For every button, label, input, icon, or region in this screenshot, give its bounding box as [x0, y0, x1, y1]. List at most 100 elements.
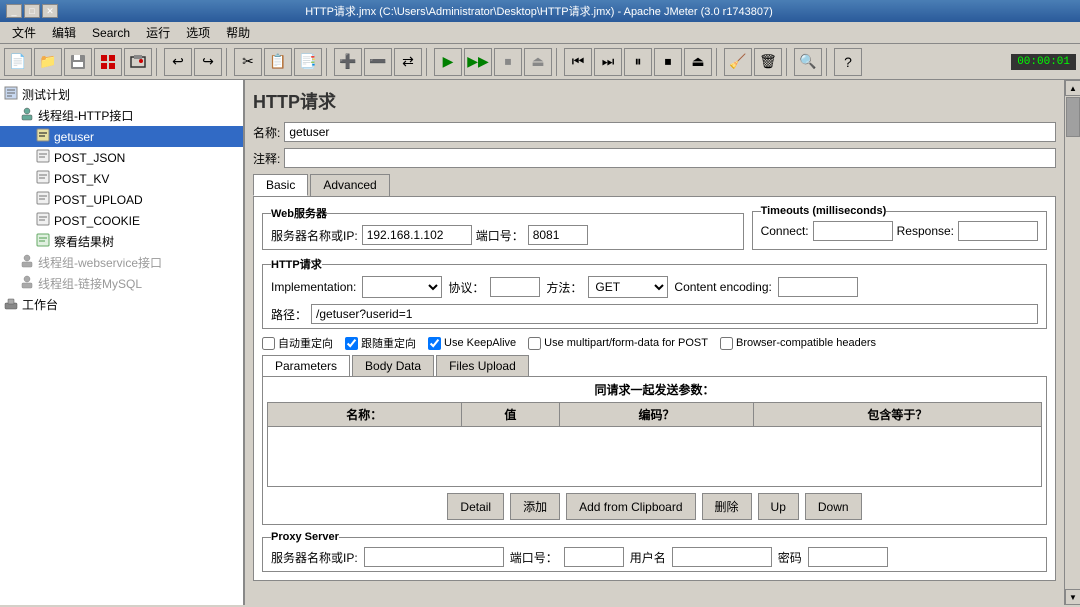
remote-start-all-button[interactable]: ⏭ [594, 48, 622, 76]
col-encode: 编码？ [560, 403, 754, 427]
checkbox-browser-headers[interactable]: Browser-compatible headers [720, 337, 876, 350]
sub-tab-files-upload[interactable]: Files Upload [436, 355, 529, 376]
tab-basic[interactable]: Basic [253, 174, 308, 196]
cut-button[interactable]: ✂ [234, 48, 262, 76]
remote-exit-button[interactable]: ⏏ [684, 48, 712, 76]
expand-button[interactable]: ➕ [334, 48, 362, 76]
proxy-password-input[interactable] [808, 547, 888, 567]
auto-redirect-checkbox[interactable] [262, 337, 275, 350]
form-title: HTTP请求 [253, 88, 1056, 114]
follow-redirect-checkbox[interactable] [345, 337, 358, 350]
up-button[interactable]: Up [758, 493, 799, 520]
collapse-button[interactable]: ➖ [364, 48, 392, 76]
implementation-select[interactable] [362, 276, 442, 298]
name-input[interactable] [284, 122, 1056, 142]
redo-button[interactable]: ↪ [194, 48, 222, 76]
protocol-input[interactable] [490, 277, 540, 297]
undo-button[interactable]: ↩ [164, 48, 192, 76]
start-button[interactable]: ▶ [434, 48, 462, 76]
sep3 [326, 48, 330, 76]
tree-node-getuser[interactable]: getuser [0, 126, 243, 147]
port-input[interactable] [528, 225, 588, 245]
comment-input[interactable] [284, 148, 1056, 168]
add-button[interactable]: 添加 [510, 493, 560, 520]
thread-group-http-label: 线程组-HTTP接口 [38, 107, 133, 124]
path-row: 路径： [271, 304, 1038, 324]
checkbox-follow-redirect[interactable]: 跟随重定向 [345, 335, 416, 351]
start-nopause-button[interactable]: ▶▶ [464, 48, 492, 76]
tree-node-thread-group-http[interactable]: 线程组-HTTP接口 [0, 105, 243, 126]
proxy-server-input[interactable] [364, 547, 504, 567]
thread-group-icon [20, 107, 34, 124]
shutdown-button[interactable]: ⏏ [524, 48, 552, 76]
new-button[interactable]: 📄 [4, 48, 32, 76]
scroll-track[interactable] [1065, 96, 1080, 589]
checkbox-multipart[interactable]: Use multipart/form-data for POST [528, 337, 708, 350]
down-button[interactable]: Down [805, 493, 862, 520]
remote-start-button[interactable]: ⏮ [564, 48, 592, 76]
checkbox-auto-redirect[interactable]: 自动重定向 [262, 335, 333, 351]
clear-all-button[interactable]: 🗑 [754, 48, 782, 76]
restore-button[interactable]: □ [24, 4, 40, 18]
tree-node-post-json[interactable]: POST_JSON [0, 147, 243, 168]
toggle-button[interactable]: ⇄ [394, 48, 422, 76]
menu-edit[interactable]: 编辑 [44, 22, 84, 43]
proxy-port-input[interactable] [564, 547, 624, 567]
browser-headers-checkbox[interactable] [720, 337, 733, 350]
sub-tab-body-data[interactable]: Body Data [352, 355, 434, 376]
encoding-input[interactable] [778, 277, 858, 297]
method-select[interactable]: GET POST PUT DELETE [588, 276, 668, 298]
path-input[interactable] [311, 304, 1038, 324]
comment-label: 注释: [253, 150, 280, 167]
multipart-checkbox[interactable] [528, 337, 541, 350]
tree-node-workbench[interactable]: 工作台 [0, 294, 243, 315]
col-name: 名称： [268, 403, 462, 427]
web-server-legend: Web服务器 [271, 205, 327, 221]
save-image-button[interactable] [124, 48, 152, 76]
templates-button[interactable] [94, 48, 122, 76]
copy-button[interactable]: 📋 [264, 48, 292, 76]
menu-options[interactable]: 选项 [178, 22, 218, 43]
tab-advanced[interactable]: Advanced [310, 174, 389, 196]
server-ip-input[interactable] [362, 225, 472, 245]
close-button[interactable]: ✕ [42, 4, 58, 18]
add-from-clipboard-button[interactable]: Add from Clipboard [566, 493, 695, 520]
tree-node-result-tree[interactable]: 察看结果树 [0, 231, 243, 252]
connect-input[interactable] [813, 221, 893, 241]
save-button[interactable] [64, 48, 92, 76]
response-input[interactable] [958, 221, 1038, 241]
clear-button[interactable]: 🧹 [724, 48, 752, 76]
proxy-username-input[interactable] [672, 547, 772, 567]
minimize-button[interactable]: _ [6, 4, 22, 18]
tree-node-post-kv[interactable]: POST_KV [0, 168, 243, 189]
post-upload-label: POST_UPLOAD [54, 193, 143, 207]
tree-node-thread-group-webservice[interactable]: 线程组-webservice接口 [0, 252, 243, 273]
scroll-up-button[interactable]: ▲ [1065, 80, 1080, 96]
tree-node-post-upload[interactable]: POST_UPLOAD [0, 189, 243, 210]
open-button[interactable]: 📁 [34, 48, 62, 76]
tree-node-test-plan[interactable]: 测试计划 [0, 84, 243, 105]
sub-tab-parameters[interactable]: Parameters [262, 355, 350, 376]
checkbox-keepalive[interactable]: Use KeepAlive [428, 337, 516, 350]
paste-button[interactable]: 📑 [294, 48, 322, 76]
detail-button[interactable]: Detail [447, 493, 504, 520]
scroll-thumb[interactable] [1066, 97, 1080, 137]
tree-node-post-cookie[interactable]: POST_COOKIE [0, 210, 243, 231]
menu-help[interactable]: 帮助 [218, 22, 258, 43]
help-button[interactable]: ? [834, 48, 862, 76]
find-button[interactable]: 🔍 [794, 48, 822, 76]
tree-node-thread-group-mysql[interactable]: 线程组-链接MySQL [0, 273, 243, 294]
sep4 [426, 48, 430, 76]
stop-button[interactable]: ⏹ [494, 48, 522, 76]
workbench-label: 工作台 [22, 296, 58, 313]
scroll-down-button[interactable]: ▼ [1065, 589, 1080, 605]
result-tree-label: 察看结果树 [54, 233, 114, 250]
menu-file[interactable]: 文件 [4, 22, 44, 43]
remote-stop-button[interactable]: ⏸ [624, 48, 652, 76]
menu-run[interactable]: 运行 [138, 22, 178, 43]
delete-button[interactable]: 删除 [702, 493, 752, 520]
parameters-area: 同请求一起发送参数： 名称： 值 编码？ 包含等于？ [262, 377, 1047, 525]
remote-stop-all-button[interactable]: ⏹ [654, 48, 682, 76]
keepalive-checkbox[interactable] [428, 337, 441, 350]
menu-search[interactable]: Search [84, 24, 138, 42]
